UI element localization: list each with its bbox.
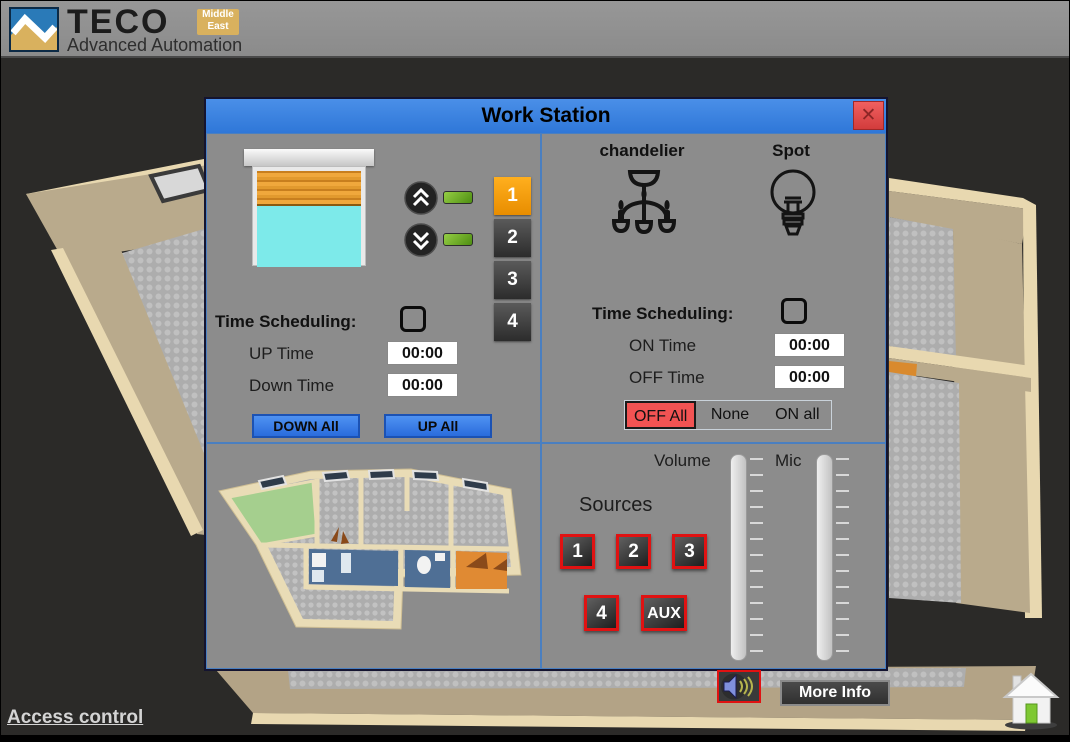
blind-window-graphic: [252, 166, 366, 266]
volume-slider-ticks: [750, 458, 763, 657]
tab-3[interactable]: 3: [494, 261, 531, 299]
teco-logo-icon: [9, 7, 59, 52]
off-time-field[interactable]: 00:00: [774, 365, 845, 389]
volume-label: Volume: [654, 451, 711, 471]
blind-slats: [257, 171, 361, 206]
volume-slider[interactable]: [730, 454, 747, 661]
on-time-label: ON Time: [629, 336, 696, 356]
home-button[interactable]: [1002, 664, 1060, 730]
dialog-titlebar[interactable]: Work Station ✕: [206, 99, 886, 133]
source-2-button[interactable]: 2: [616, 534, 651, 569]
work-station-dialog: Work Station ✕: [204, 97, 888, 671]
close-button[interactable]: ✕: [853, 101, 884, 130]
source-3-button[interactable]: 3: [672, 534, 707, 569]
spot-label: Spot: [741, 141, 841, 161]
home-icon: [1002, 664, 1060, 730]
header-bar: TECO Middle East Advanced Automation: [1, 1, 1070, 58]
source-4-button[interactable]: 4: [584, 595, 619, 631]
tab-4[interactable]: 4: [494, 303, 531, 341]
bottom-border: [1, 735, 1070, 742]
screen: TECO Middle East Advanced Automation Wor…: [0, 0, 1070, 742]
speaker-icon: [719, 672, 759, 701]
access-control-link[interactable]: Access control: [7, 707, 143, 729]
lighting-time-scheduling-label: Time Scheduling:: [592, 304, 782, 324]
logo-badge-line2: East: [197, 21, 239, 33]
source-1-button[interactable]: 1: [560, 534, 595, 569]
off-time-label: OFF Time: [629, 368, 705, 388]
blinds-time-scheduling-label: Time Scheduling:: [215, 312, 400, 332]
mic-slider-ticks: [836, 458, 849, 657]
vertical-divider: [540, 134, 542, 668]
mic-slider[interactable]: [816, 454, 833, 661]
sources-label: Sources: [579, 494, 652, 517]
logo-tagline: Advanced Automation: [67, 35, 242, 56]
chandelier-icon[interactable]: [604, 162, 684, 252]
up-all-button[interactable]: UP All: [384, 414, 492, 438]
none-button[interactable]: None: [696, 401, 763, 429]
source-aux-button[interactable]: AUX: [641, 595, 687, 631]
down-time-label: Down Time: [249, 376, 334, 396]
lighting-mode-group: OFF All None ON all: [624, 400, 832, 430]
blind-down-button[interactable]: [404, 223, 438, 257]
up-time-field[interactable]: 00:00: [387, 341, 458, 365]
blind-up-led: [443, 191, 473, 204]
dialog-title: Work Station: [206, 99, 886, 133]
mic-label: Mic: [775, 451, 801, 471]
chandelier-label: chandelier: [577, 141, 707, 161]
lighting-time-scheduling-checkbox[interactable]: [781, 298, 807, 324]
spot-bulb-icon[interactable]: [763, 166, 823, 250]
logo-badge-line1: Middle: [197, 9, 239, 21]
down-all-button[interactable]: DOWN All: [252, 414, 360, 438]
down-time-field[interactable]: 00:00: [387, 373, 458, 397]
blind-down-led: [443, 233, 473, 246]
dialog-body: 1 2 3 4 Time Scheduling: UP Time 00:00 D…: [206, 133, 886, 669]
window-glass: [257, 206, 361, 267]
blind-up-button[interactable]: [404, 181, 438, 215]
tab-1[interactable]: 1: [494, 177, 531, 215]
blind-valance: [244, 149, 374, 166]
up-time-label: UP Time: [249, 344, 314, 364]
off-all-button[interactable]: OFF All: [625, 401, 696, 429]
on-time-field[interactable]: 00:00: [774, 333, 845, 357]
logo-badge: Middle East: [197, 9, 239, 35]
floor-plan[interactable]: [211, 449, 537, 667]
more-info-button[interactable]: More Info: [780, 680, 890, 706]
tab-2[interactable]: 2: [494, 219, 531, 257]
speaker-mute-button[interactable]: [717, 670, 761, 703]
on-all-button[interactable]: ON all: [764, 401, 831, 429]
horizontal-divider: [207, 442, 885, 444]
blinds-time-scheduling-checkbox[interactable]: [400, 306, 426, 332]
